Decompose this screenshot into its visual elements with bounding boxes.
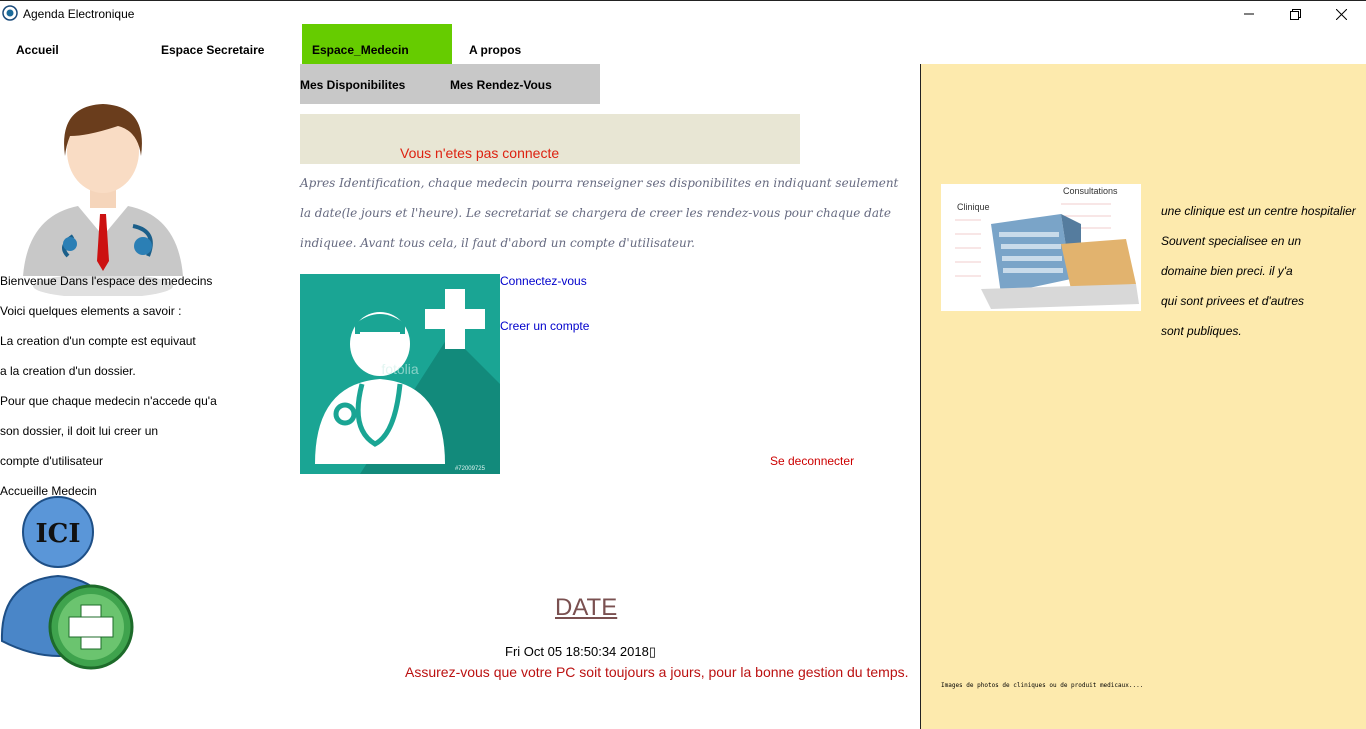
menu-espace-medecin[interactable]: Espace_Medecin bbox=[302, 24, 452, 64]
doctor-plus-image: fotolia #72009725 bbox=[300, 274, 500, 474]
right-text-line: une clinique est un centre hospitalier bbox=[1161, 204, 1356, 218]
right-text-line: domaine bien preci. il y'a bbox=[1161, 264, 1293, 278]
doctor-avatar-image bbox=[23, 104, 183, 296]
connection-status-box: Vous n'etes pas connecte bbox=[300, 114, 800, 164]
logout-link[interactable]: Se deconnecter bbox=[770, 454, 854, 468]
left-text-line: a la creation d'un dossier. bbox=[0, 364, 136, 378]
restore-icon bbox=[1289, 8, 1301, 20]
intro-text-line: la date(le jours et l'heure). Le secreta… bbox=[300, 206, 891, 220]
menu-espace-secretaire[interactable]: Espace Secretaire bbox=[161, 36, 264, 64]
connection-status-text: Vous n'etes pas connecte bbox=[400, 145, 560, 161]
images-caption: Images de photos de cliniques ou de prod… bbox=[941, 682, 1144, 689]
ici-label: ICI bbox=[35, 519, 80, 549]
connect-link[interactable]: Connectez-vous bbox=[500, 274, 587, 288]
left-text-line: Pour que chaque medecin n'accede qu'a bbox=[0, 394, 217, 408]
consultations-label: Consultations bbox=[1063, 186, 1118, 196]
restore-button[interactable] bbox=[1272, 1, 1318, 27]
submenu-disponibilites[interactable]: Mes Disponibilites bbox=[300, 78, 405, 92]
intro-text-line: indiquee. Avant tous cela, il faut d'abo… bbox=[300, 236, 695, 250]
right-text-line: Souvent specialisee en un bbox=[1161, 234, 1302, 248]
intro-text-line: Apres Identification, chaque medecin pou… bbox=[300, 176, 899, 190]
minimize-button[interactable] bbox=[1226, 1, 1272, 27]
close-icon bbox=[1335, 8, 1347, 20]
left-text-line: Bienvenue Dans l'espace des medecins bbox=[0, 274, 213, 288]
date-warning-text: Assurez-vous que votre PC soit toujours … bbox=[405, 664, 909, 680]
left-text-line: Voici quelques elements a savoir : bbox=[0, 304, 182, 318]
right-text-line: sont publiques. bbox=[1161, 324, 1242, 338]
minimize-icon bbox=[1244, 13, 1254, 15]
menu-accueil[interactable]: Accueil bbox=[16, 36, 59, 64]
submenu-rendez-vous[interactable]: Mes Rendez-Vous bbox=[450, 78, 552, 92]
title-bar: Agenda Electronique bbox=[0, 0, 1366, 27]
date-title: DATE bbox=[555, 594, 618, 621]
right-text-line: qui sont privees et d'autres bbox=[1161, 294, 1305, 308]
window-title: Agenda Electronique bbox=[23, 7, 135, 21]
right-info-panel: Clinique Consultations une clinique est … bbox=[920, 64, 1366, 729]
current-date-value: Fri Oct 05 18:50:34 2018▯ bbox=[505, 644, 656, 659]
left-text-line: La creation d'un compte est equivaut bbox=[0, 334, 196, 348]
left-text-line: compte d'utilisateur bbox=[0, 454, 104, 468]
submenu-bar: Mes Disponibilites Mes Rendez-Vous bbox=[300, 64, 600, 104]
create-account-link[interactable]: Creer un compte bbox=[500, 319, 589, 333]
app-icon bbox=[2, 5, 18, 21]
ici-user-add-icon[interactable]: ICI bbox=[0, 496, 136, 672]
image-id: #72009725 bbox=[455, 466, 486, 472]
clinic-label: Clinique bbox=[957, 202, 990, 212]
menu-a-propos[interactable]: A propos bbox=[469, 36, 521, 64]
close-button[interactable] bbox=[1318, 1, 1364, 27]
left-text-line: son dossier, il doit lui creer un bbox=[0, 424, 159, 438]
image-watermark: fotolia bbox=[381, 361, 419, 377]
clinic-building-image: Clinique Consultations bbox=[941, 184, 1141, 311]
